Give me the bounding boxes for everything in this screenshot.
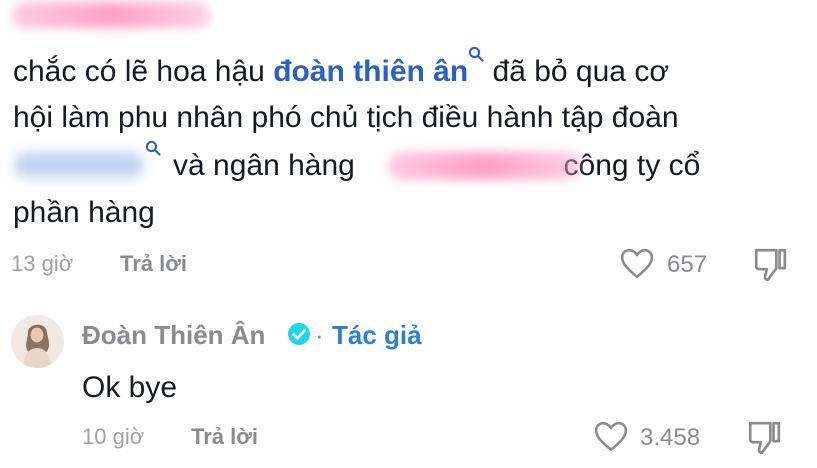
author-tag: Tác giả — [332, 320, 422, 350]
like-count: 3.458 — [640, 424, 701, 451]
comment-text: và ngân hàng — [173, 149, 364, 182]
thumbs-down-icon[interactable] — [752, 247, 788, 283]
redacted-bank-blur — [388, 152, 580, 180]
redacted-username — [12, 2, 210, 28]
comment-text: đã bỏ qua cơ — [484, 55, 669, 88]
heart-outline-icon[interactable] — [620, 248, 654, 280]
avatar-image — [11, 315, 64, 368]
verified-badge-icon — [288, 323, 310, 345]
comment-line-1: chắc có lẽ hoa hậu đoàn thiên ân đã bỏ q… — [13, 46, 669, 92]
like-count: 657 — [667, 251, 708, 278]
comment-line-2: hội làm phu nhân phó chủ tịch điều hành … — [13, 98, 679, 138]
comment-line-4: phần hàng — [13, 193, 155, 233]
thumbs-down-icon[interactable] — [746, 420, 782, 456]
comment-text: chắc có lẽ hoa hậu — [13, 55, 274, 88]
separator-dot: · — [315, 320, 324, 350]
comment-text: phần hàng — [13, 196, 155, 229]
redacted-mention-blur — [14, 152, 144, 178]
mention-link[interactable]: đoàn thiên ân — [273, 55, 468, 88]
comment-text: hội làm phu nhân phó chủ tịch điều hành … — [13, 101, 679, 134]
search-icon[interactable] — [145, 140, 161, 156]
avatar[interactable] — [11, 315, 64, 368]
search-icon[interactable] — [468, 46, 484, 62]
reply-button[interactable]: Trả lời — [191, 424, 258, 450]
author-name[interactable]: Đoàn Thiên Ân — [82, 320, 265, 351]
reply-button[interactable]: Trả lời — [120, 251, 187, 277]
reply-time: 10 giờ — [82, 424, 145, 449]
heart-outline-icon[interactable] — [594, 421, 628, 453]
reply-text: Ok bye — [82, 371, 178, 404]
comment-time: 13 giờ — [11, 251, 74, 276]
